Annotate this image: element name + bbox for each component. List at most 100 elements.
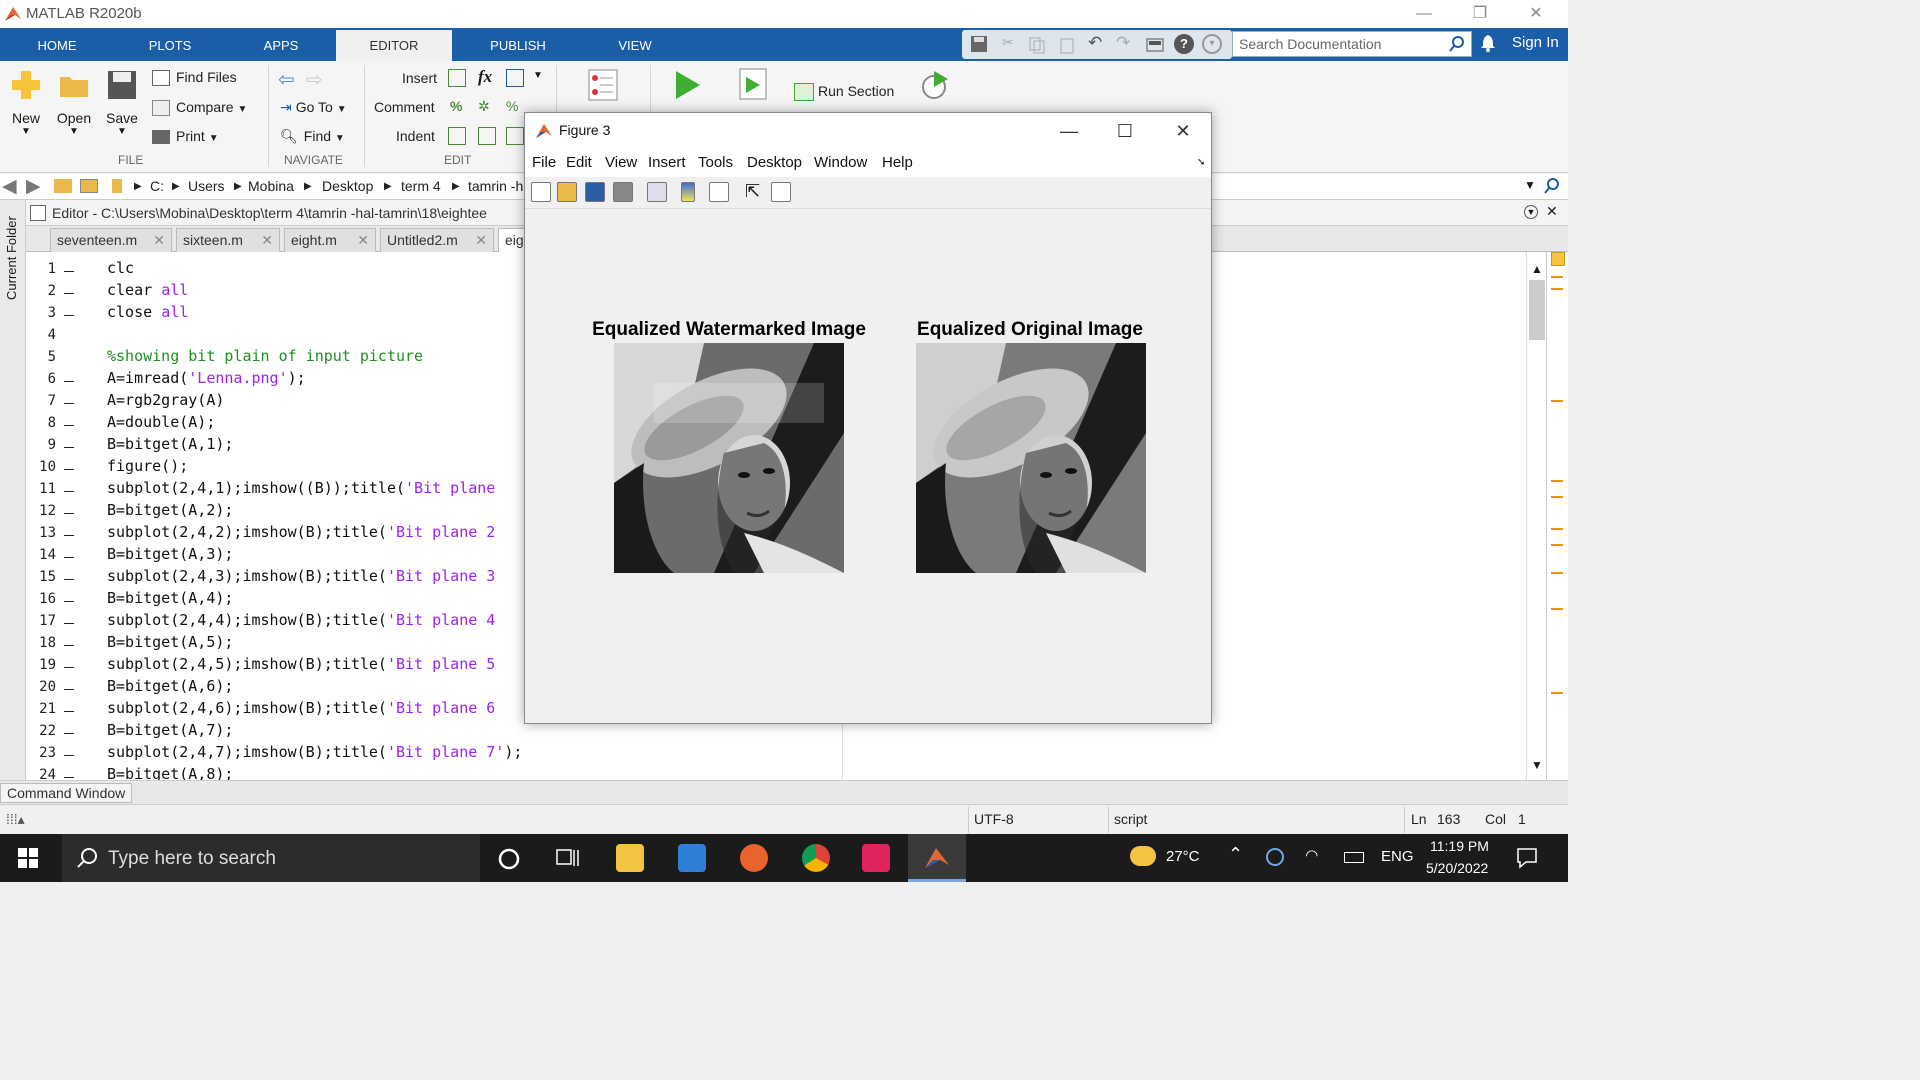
warning-mark[interactable]	[1551, 276, 1563, 278]
breadcrumb-term4[interactable]: term 4	[401, 178, 441, 194]
code-line[interactable]: B=bitget(A,7);	[107, 721, 233, 739]
breakpoint-dash[interactable]	[64, 513, 74, 514]
weather-icon[interactable]	[1130, 846, 1156, 866]
command-window-tab[interactable]: Command Window	[0, 783, 133, 803]
forward-arrow-icon[interactable]: ⇨	[306, 67, 323, 92]
code-line[interactable]: subplot(2,4,2);imshow(B);title('Bit plan…	[107, 523, 495, 541]
notification-bell-icon[interactable]	[1480, 34, 1496, 52]
scroll-down-icon[interactable]: ▼	[1531, 758, 1543, 772]
property-inspector-icon[interactable]	[771, 182, 791, 202]
figure-window[interactable]: Figure 3 — ☐ ✕ File Edit View Insert Too…	[524, 112, 1212, 724]
task-view-icon[interactable]	[556, 848, 580, 868]
original-image[interactable]	[916, 343, 1146, 573]
save-figure-icon[interactable]	[585, 182, 605, 202]
menu-insert[interactable]: Insert	[648, 154, 686, 171]
insert-colorbar-icon[interactable]	[681, 182, 695, 202]
breakpoint-dash[interactable]	[64, 425, 74, 426]
menu-edit[interactable]: Edit	[566, 154, 592, 171]
insert-legend-icon[interactable]	[709, 182, 729, 202]
breakpoint-dash[interactable]	[64, 491, 74, 492]
edit-more-dropdown-icon[interactable]: ▼	[533, 70, 543, 81]
breadcrumb-c[interactable]: C:	[150, 178, 164, 194]
code-line[interactable]: subplot(2,4,7);imshow(B);title('Bit plan…	[107, 743, 522, 761]
breakpoint-dash[interactable]	[64, 777, 74, 778]
tab-apps[interactable]: APPS	[244, 28, 318, 61]
insert-button[interactable]: Insert	[402, 70, 437, 86]
tab-eight[interactable]: eight.m ✕	[284, 228, 376, 252]
tab-home[interactable]: HOME	[18, 28, 96, 61]
code-line[interactable]: subplot(2,4,5);imshow(B);title('Bit plan…	[107, 655, 495, 673]
edit-plot-pointer-icon[interactable]: ⇱	[745, 181, 760, 202]
code-line[interactable]: A=imread('Lenna.png');	[107, 369, 306, 387]
warning-mark[interactable]	[1551, 480, 1563, 482]
menu-help[interactable]: Help	[882, 154, 913, 171]
taskbar-matlab-active[interactable]	[908, 834, 966, 882]
warning-mark[interactable]	[1551, 544, 1563, 546]
current-folder-panel-tab[interactable]: Current Folder	[0, 200, 26, 780]
tab-close-icon[interactable]: ✕	[475, 232, 487, 249]
breadcrumb-mobina[interactable]: Mobina	[248, 178, 294, 194]
address-search-icon[interactable]	[1544, 178, 1560, 194]
firefox-icon[interactable]	[740, 844, 768, 872]
action-center-icon[interactable]	[1516, 847, 1538, 869]
address-dropdown-icon[interactable]: ▼	[1524, 178, 1536, 192]
clock-date[interactable]: 5/20/2022	[1426, 860, 1488, 876]
up-folder-icon[interactable]	[54, 179, 72, 193]
menu-window[interactable]: Window	[814, 154, 867, 171]
back-arrow-icon[interactable]: ⇦	[278, 67, 295, 92]
breadcrumb-users[interactable]: Users	[188, 178, 225, 194]
warning-mark[interactable]	[1551, 288, 1563, 290]
editor-actions-icon[interactable]: ▼	[1524, 205, 1538, 219]
print-figure-icon[interactable]	[613, 182, 633, 202]
open-file-icon[interactable]	[557, 182, 577, 202]
run-section-button[interactable]: Run Section	[794, 83, 894, 102]
code-line[interactable]: clc	[107, 259, 134, 277]
code-line[interactable]: figure();	[107, 457, 188, 475]
figure-minimize-button[interactable]: —	[1041, 113, 1097, 149]
wifi-icon[interactable]: ◜◝	[1306, 846, 1318, 864]
breakpoint-dash[interactable]	[64, 403, 74, 404]
insert-plot-icon[interactable]	[506, 69, 524, 87]
breakpoint-dash[interactable]	[64, 469, 74, 470]
switch-windows-icon[interactable]	[1146, 36, 1164, 54]
menu-desktop[interactable]: Desktop	[747, 154, 802, 171]
code-line[interactable]: A=double(A);	[107, 413, 215, 431]
breakpoint-dash[interactable]	[64, 711, 74, 712]
smart-indent-icon[interactable]	[448, 127, 466, 145]
comment-percent-icon[interactable]: %	[450, 98, 462, 114]
tab-seventeen[interactable]: seventeen.m ✕	[50, 228, 172, 252]
search-documentation-input[interactable]: Search Documentation	[1232, 31, 1472, 57]
code-line[interactable]: B=bitget(A,6);	[107, 677, 233, 695]
run-icon[interactable]	[674, 69, 702, 101]
breakpoint-dash[interactable]	[64, 667, 74, 668]
code-line[interactable]: subplot(2,4,1);imshow((B));title('Bit pl…	[107, 479, 495, 497]
find-files-button[interactable]: Find Files	[152, 69, 237, 87]
mail-icon[interactable]	[678, 844, 706, 872]
figure-titlebar[interactable]: Figure 3 — ☐ ✕	[525, 113, 1211, 149]
scroll-up-icon[interactable]: ▲	[1531, 262, 1543, 276]
warning-mark[interactable]	[1551, 400, 1563, 402]
code-line[interactable]: subplot(2,4,6);imshow(B);title('Bit plan…	[107, 699, 495, 717]
breakpoint-dash[interactable]	[64, 623, 74, 624]
uncomment-icon[interactable]: ✲	[478, 98, 490, 115]
code-line[interactable]: B=bitget(A,4);	[107, 589, 233, 607]
wrap-comments-icon[interactable]: %	[506, 98, 518, 114]
figure-maximize-button[interactable]: ☐	[1097, 113, 1153, 149]
watermarked-image[interactable]	[614, 343, 844, 573]
warning-mark[interactable]	[1551, 528, 1563, 530]
forward-nav-icon[interactable]: ▶	[26, 175, 41, 198]
compare-button[interactable]: Compare ▼	[152, 99, 247, 117]
warning-mark[interactable]	[1551, 608, 1563, 610]
warning-mark[interactable]	[1551, 692, 1563, 694]
insert-section-icon[interactable]	[448, 69, 466, 87]
breakpoint-dash[interactable]	[64, 755, 74, 756]
file-explorer-icon[interactable]	[616, 844, 644, 872]
save-icon[interactable]	[970, 35, 988, 53]
tab-close-icon[interactable]: ✕	[357, 232, 369, 249]
breakpoints-icon[interactable]	[588, 69, 618, 101]
find-button[interactable]: 🔍︎ Find ▼	[280, 128, 345, 145]
weather-temperature[interactable]: 27°C	[1166, 848, 1200, 865]
battery-icon[interactable]	[1344, 852, 1364, 863]
breakpoint-dash[interactable]	[64, 293, 74, 294]
breakpoint-dash[interactable]	[64, 601, 74, 602]
